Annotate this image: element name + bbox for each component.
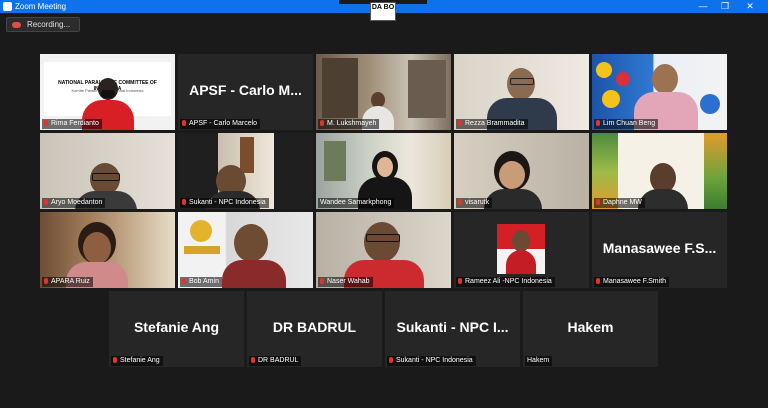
participant-name: Hakem	[525, 356, 553, 366]
participant-display-name: Hakem	[567, 319, 614, 335]
mic-muted-icon	[596, 120, 600, 126]
participant-tile[interactable]: M. Lukshmayeh	[316, 54, 451, 130]
participant-tile[interactable]: NATIONAL PARALYMPIC COMMITTEE OF INDONES…	[40, 54, 175, 130]
participant-tile[interactable]: Aryo Moedanton	[40, 133, 175, 209]
mic-muted-icon	[389, 357, 393, 363]
participant-name: M. Lukshmayeh	[318, 119, 380, 129]
mic-muted-icon	[320, 278, 324, 284]
participant-display-name: DR BADRUL	[272, 319, 357, 335]
participant-tile[interactable]: Stefanie Ang Stefanie Ang	[109, 291, 244, 367]
mic-muted-icon	[182, 278, 186, 284]
mic-muted-icon	[458, 120, 462, 126]
participant-tile[interactable]: Manasawee F.S... Manasawee F.Smith	[592, 212, 727, 288]
participant-name: visarutk	[456, 198, 493, 208]
minimize-button[interactable]: —	[694, 0, 712, 13]
participant-tile[interactable]: Lim Chuan Beng	[592, 54, 727, 130]
participant-name: Wandee Samarkphong	[318, 198, 395, 208]
participant-name: Stefanie Ang	[111, 356, 163, 366]
maximize-button[interactable]: ❐	[716, 0, 734, 13]
participant-tile[interactable]: Rameez Ali -NPC Indonesia	[454, 212, 589, 288]
participant-tile[interactable]: Daphne MW	[592, 133, 727, 209]
participant-name: Bob Amin	[180, 277, 222, 287]
close-button[interactable]: ✕	[741, 0, 759, 13]
participant-display-name: Manasawee F.S...	[602, 240, 717, 256]
participant-name: Aryo Moedanton	[42, 198, 106, 208]
recording-indicator[interactable]: Recording...	[6, 17, 80, 32]
mic-muted-icon	[458, 278, 462, 284]
mic-muted-icon	[251, 357, 255, 363]
mic-muted-icon	[596, 199, 600, 205]
mic-muted-icon	[44, 278, 48, 284]
active-speaker-tile[interactable]: Wandee Samarkphong	[316, 133, 451, 209]
participant-name: APSF - Carlo Marcelo	[180, 119, 261, 129]
mic-muted-icon	[182, 120, 186, 126]
participant-tile[interactable]: APARA Ruiz	[40, 212, 175, 288]
mic-muted-icon	[458, 199, 462, 205]
participant-name: Rezza Brammadita	[456, 119, 528, 129]
zoom-app-icon	[3, 2, 12, 11]
participant-name: Manasawee F.Smith	[594, 277, 670, 287]
participant-name: Rima Ferdianto	[42, 119, 102, 129]
participant-name: Lim Chuan Beng	[594, 119, 659, 129]
participant-tile[interactable]: Sukanti - NPC Indonesia	[178, 133, 313, 209]
mic-muted-icon	[320, 120, 324, 126]
mic-muted-icon	[596, 278, 600, 284]
participant-tile[interactable]: DR BADRUL DR BADRUL	[247, 291, 382, 367]
participant-name: APARA Ruiz	[42, 277, 93, 287]
mic-muted-icon	[113, 357, 117, 363]
mic-muted-icon	[44, 120, 48, 126]
participant-name: DR BADRUL	[249, 356, 302, 366]
participant-tile[interactable]: visarutk	[454, 133, 589, 209]
window-title: Zoom Meeting	[15, 2, 67, 11]
participant-tile[interactable]: APSF - Carlo M... APSF - Carlo Marcelo	[178, 54, 313, 130]
participant-display-name: Stefanie Ang	[133, 319, 220, 335]
participant-name: Rameez Ali -NPC Indonesia	[456, 277, 555, 287]
participant-tile[interactable]: Sukanti - NPC I... Sukanti - NPC Indones…	[385, 291, 520, 367]
participant-name: Sukanti - NPC Indonesia	[387, 356, 476, 366]
event-logo: DA BO	[370, 2, 396, 21]
participant-name: Sukanti - NPC Indonesia	[180, 198, 269, 208]
participant-name: Naser Wahab	[318, 277, 373, 287]
mic-muted-icon	[182, 199, 186, 205]
participant-tile[interactable]: Rezza Brammadita	[454, 54, 589, 130]
participant-display-name: APSF - Carlo M...	[189, 82, 302, 98]
recording-label: Recording...	[27, 20, 71, 29]
mic-muted-icon	[44, 199, 48, 205]
participant-tile[interactable]: Bob Amin	[178, 212, 313, 288]
participant-name: Daphne MW	[594, 198, 645, 208]
participant-tile[interactable]: Hakem Hakem	[523, 291, 658, 367]
participant-display-name: Sukanti - NPC I...	[396, 319, 509, 335]
participant-tile[interactable]: Naser Wahab	[316, 212, 451, 288]
cloud-record-icon	[12, 22, 21, 28]
